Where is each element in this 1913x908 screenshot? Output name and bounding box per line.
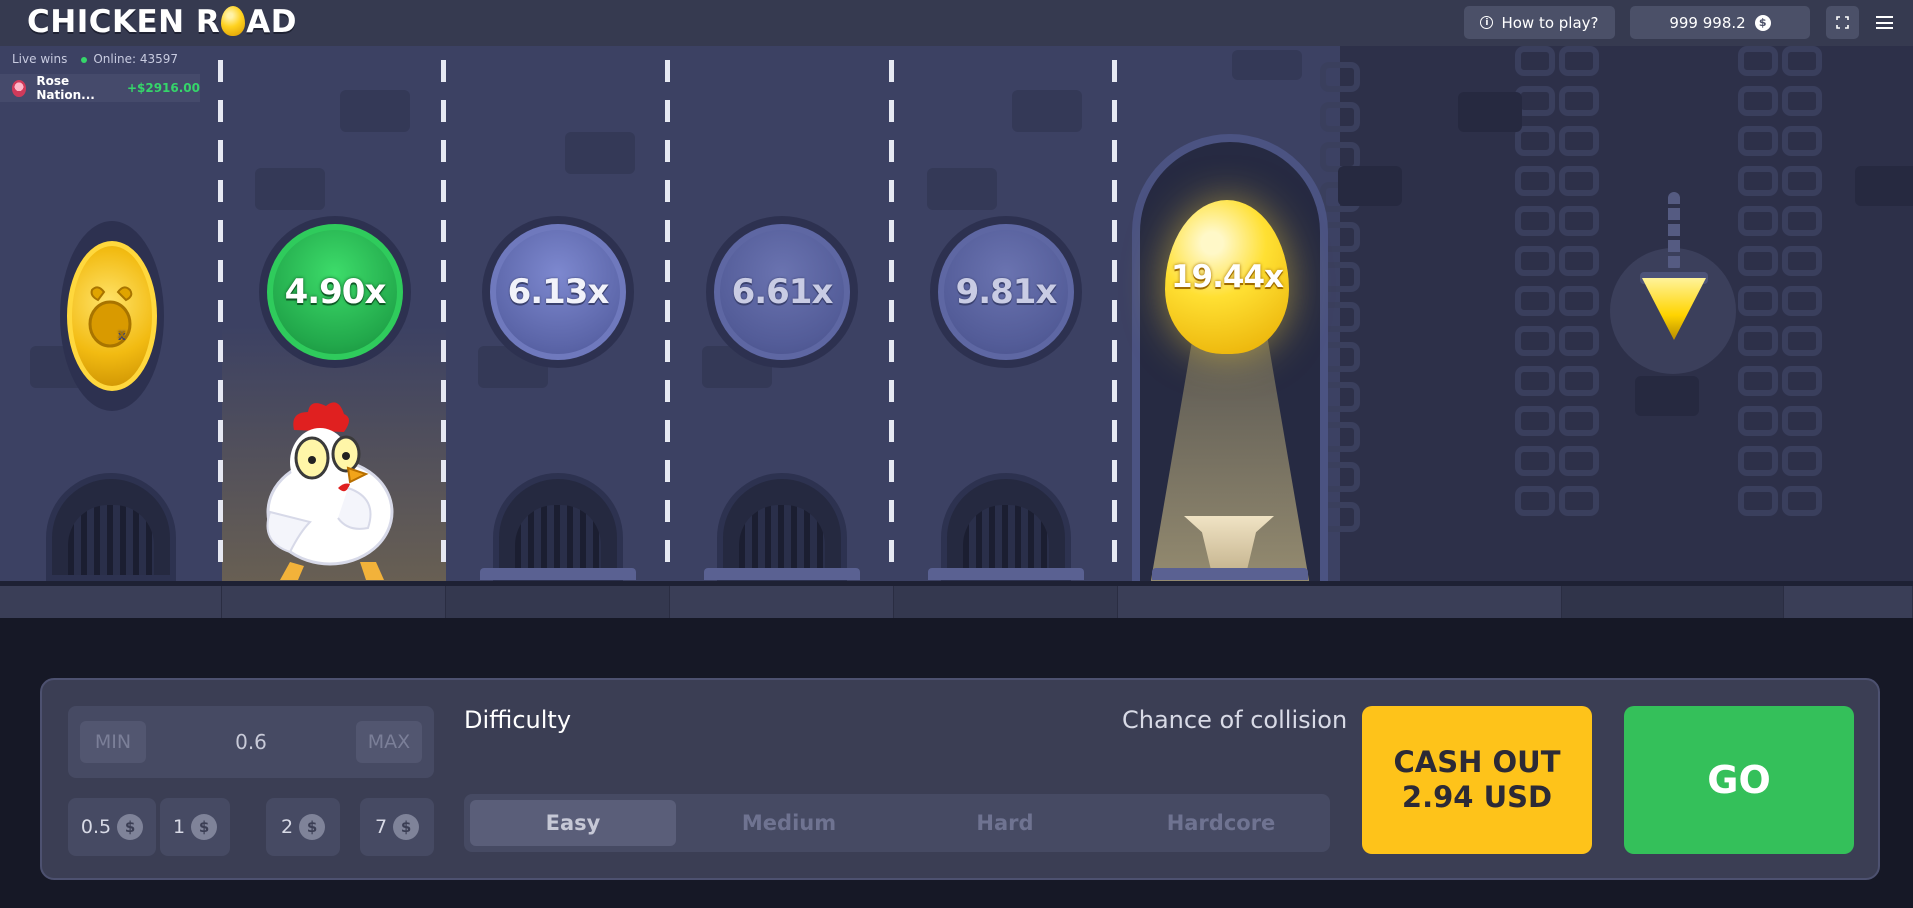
chip-value: 2	[280, 816, 294, 838]
chicken-character	[266, 402, 394, 580]
online-count: Online: 43597	[81, 52, 178, 66]
chip-value: 0.5	[80, 816, 112, 838]
road-strip	[0, 586, 1913, 618]
game-logo: CHICKEN R AD	[27, 4, 298, 40]
cash-out-button[interactable]: CASH OUT 2.94 USD	[1362, 706, 1592, 854]
final-multiplier: 19.44x	[1170, 259, 1284, 295]
difficulty-selector: Easy Medium Hard Hardcore	[464, 794, 1330, 852]
chip-value: 1	[172, 816, 186, 838]
cash-out-label: CASH OUT	[1393, 745, 1561, 779]
difficulty-easy[interactable]: Easy	[470, 800, 676, 846]
game-app: CHICKEN RAD i How to play? 999 998.2 $	[0, 0, 1913, 908]
lane-divider	[889, 60, 894, 580]
multiplier-value: 9.81x	[938, 224, 1074, 360]
sewer-gate	[46, 473, 176, 581]
multiplier-value: 4.90x	[267, 224, 403, 360]
top-bar: CHICKEN R AD i How to play? 999 998.2 $	[0, 0, 1913, 46]
difficulty-medium[interactable]: Medium	[686, 800, 892, 846]
lane-divider	[218, 60, 223, 580]
lane-divider	[441, 60, 446, 580]
winner-name: Rose Nation...	[36, 74, 95, 102]
bet-amount-input[interactable]: 0.6	[158, 706, 344, 778]
dollar-coin-icon: $	[117, 814, 144, 840]
quick-bet-chip[interactable]: 7 $	[360, 798, 434, 856]
sewer-gate	[717, 473, 847, 581]
pedestal-base	[1152, 568, 1308, 580]
multiplier-coin-current: 4.90x	[259, 216, 411, 368]
go-button[interactable]: GO	[1624, 706, 1854, 854]
chip-value: 7	[374, 816, 388, 838]
start-coin: x	[60, 221, 164, 411]
live-win-entry: Rose Nation... +$2916.00	[0, 74, 200, 102]
sewer-base	[704, 568, 860, 580]
lamp-chain	[1668, 192, 1680, 272]
roast-chicken-icon: x	[88, 286, 133, 348]
menu-button[interactable]	[1868, 6, 1901, 39]
live-wins-title: Live wins	[12, 52, 68, 66]
collision-chance-label: Chance of collision	[1122, 706, 1348, 734]
hamburger-icon	[1876, 16, 1893, 29]
sewer-gate	[941, 473, 1071, 581]
max-bet-button[interactable]: MAX	[356, 721, 422, 763]
win-amount: +$2916.00	[126, 81, 200, 95]
multiplier-coin: 6.13x	[482, 216, 634, 368]
balance-display: 999 998.2 $	[1630, 6, 1810, 39]
live-wins-panel: Live wins Online: 43597 Rose Nation... +…	[0, 46, 200, 112]
sewer-gate	[493, 473, 623, 581]
sewer-base	[480, 568, 636, 580]
multiplier-coin: 6.61x	[706, 216, 858, 368]
quick-bet-chip[interactable]: 0.5 $	[68, 798, 156, 856]
quick-bet-chip[interactable]: 1 $	[160, 798, 230, 856]
control-panel: MIN 0.6 MAX 0.5 $ 1 $ 2 $ 7 $ Difficulty Cha…	[40, 678, 1880, 880]
bet-amount-box: MIN 0.6 MAX	[68, 706, 434, 778]
game-scene: x 4.90x 6.13x 6.61x 9.81x 19.44x	[0, 46, 1913, 586]
lane-divider	[1112, 60, 1117, 580]
cash-out-amount: 2.94 USD	[1401, 780, 1553, 814]
dollar-coin-icon: $	[393, 814, 420, 840]
balance-value: 999 998.2	[1669, 13, 1746, 32]
min-bet-button[interactable]: MIN	[80, 721, 146, 763]
info-icon: i	[1480, 16, 1494, 29]
fullscreen-icon	[1836, 16, 1849, 29]
difficulty-hard[interactable]: Hard	[902, 800, 1108, 846]
online-dot-icon	[81, 57, 88, 63]
how-to-play-label: How to play?	[1501, 13, 1599, 32]
multiplier-value: 6.61x	[714, 224, 850, 360]
logo-egg-icon	[221, 6, 246, 36]
lane-divider	[665, 60, 670, 580]
difficulty-label: Difficulty	[464, 706, 572, 734]
fullscreen-button[interactable]	[1826, 6, 1859, 39]
sewer-base	[928, 568, 1084, 580]
how-to-play-button[interactable]: i How to play?	[1464, 6, 1615, 39]
quick-bet-chip[interactable]: 2 $	[266, 798, 340, 856]
dollar-coin-icon: $	[1754, 14, 1771, 31]
dollar-coin-icon: $	[299, 814, 326, 840]
difficulty-hardcore[interactable]: Hardcore	[1118, 800, 1324, 846]
multiplier-coin: 9.81x	[930, 216, 1082, 368]
multiplier-value: 6.13x	[490, 224, 626, 360]
avatar	[12, 79, 27, 97]
dollar-coin-icon: $	[191, 814, 218, 840]
